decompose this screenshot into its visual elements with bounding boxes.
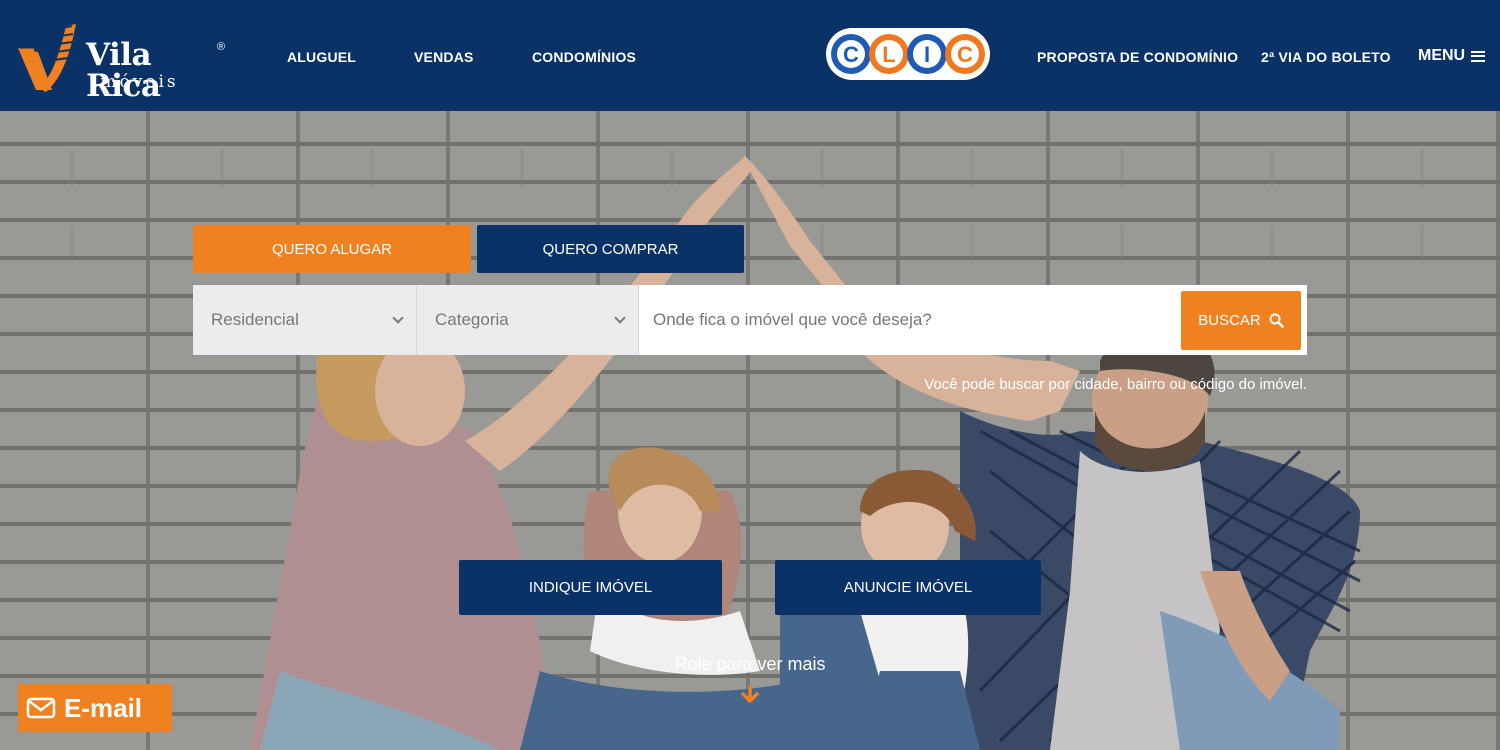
- clic-letter-3: I: [924, 42, 930, 67]
- clic-letter-4: C: [957, 42, 973, 67]
- nav-vendas[interactable]: VENDAS: [414, 49, 474, 65]
- tab-quero-comprar[interactable]: QUERO COMPRAR: [477, 225, 744, 273]
- registered-mark: ®: [217, 41, 226, 53]
- search-hint: Você pode buscar por cidade, bairro ou c…: [924, 376, 1307, 393]
- search-button-label: BUSCAR: [1198, 312, 1261, 329]
- search-bar: Residencial Categoria BUSCAR: [193, 285, 1307, 355]
- anuncie-imovel-button[interactable]: ANUNCIE IMÓVEL: [775, 560, 1041, 615]
- email-button-label: E-mail: [64, 692, 143, 723]
- category-value: Categoria: [435, 310, 509, 329]
- nav-segunda-via-boleto[interactable]: 2ª VIA DO BOLETO: [1261, 49, 1391, 65]
- property-type-value: Residencial: [211, 310, 299, 329]
- nav-condominios[interactable]: CONDOMÍNIOS: [532, 49, 636, 65]
- indique-imovel-button[interactable]: INDIQUE IMÓVEL: [459, 560, 722, 615]
- brand-name: Vila Rica: [86, 37, 161, 104]
- brand-logo[interactable]: Vila Rica ® imóveis: [16, 20, 231, 102]
- arrow-down-icon[interactable]: [741, 686, 759, 704]
- location-search-input[interactable]: [639, 285, 1177, 355]
- clic-letter-2: L: [882, 42, 895, 67]
- brand-subtitle: imóveis: [92, 72, 179, 92]
- mail-icon: [26, 697, 56, 719]
- nav-aluguel[interactable]: ALUGUEL: [287, 49, 356, 65]
- chevron-down-icon: [392, 312, 404, 324]
- email-button[interactable]: E-mail: [18, 684, 172, 732]
- property-type-select[interactable]: Residencial: [193, 285, 417, 355]
- menu-button[interactable]: MENU: [1418, 47, 1486, 65]
- clic-logo[interactable]: C L I C: [826, 27, 990, 81]
- scroll-prompt: Role para ver mais: [674, 654, 826, 674]
- tab-quero-alugar[interactable]: QUERO ALUGAR: [193, 225, 471, 273]
- search-button[interactable]: BUSCAR: [1181, 291, 1301, 350]
- category-select[interactable]: Categoria: [417, 285, 639, 355]
- site-header: Vila Rica ® imóveis ALUGUEL VENDAS CONDO…: [0, 0, 1500, 111]
- hamburger-icon: [1471, 50, 1486, 62]
- nav-proposta-condominio[interactable]: PROPOSTA DE CONDOMÍNIO: [1037, 49, 1238, 65]
- clic-letter-1: C: [843, 42, 859, 67]
- logo-v-icon: [18, 24, 76, 92]
- menu-label: MENU: [1418, 47, 1466, 64]
- search-icon: [1269, 313, 1284, 328]
- hero-section: QUERO ALUGAR QUERO COMPRAR Residencial C…: [0, 111, 1500, 750]
- chevron-down-icon: [614, 312, 626, 324]
